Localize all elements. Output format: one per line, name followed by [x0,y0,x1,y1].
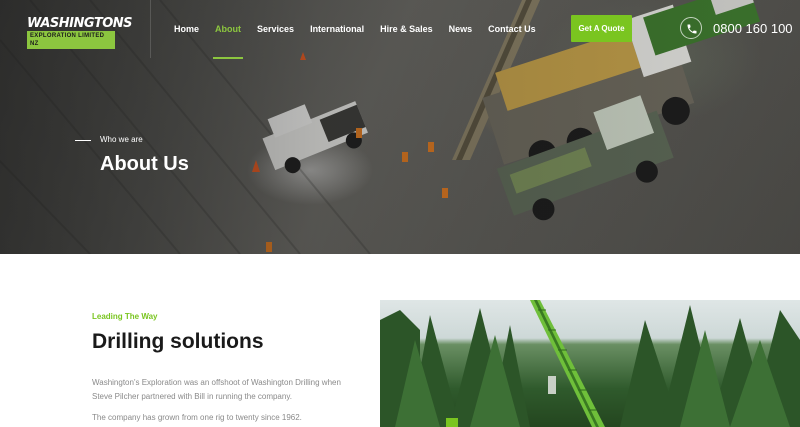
logo-tagline: EXPLORATION LIMITED NZ [27,31,115,49]
page-title: About Us [100,153,189,175]
hero-kicker-line [75,140,91,141]
nav-contact-us[interactable]: Contact Us [488,23,536,37]
drill-rig-forest-photo [380,300,800,427]
hero-overlay [0,0,800,254]
company-logo[interactable]: WASHINGTONS EXPLORATION LIMITED NZ [27,16,133,49]
intro-paragraph: Washington's Exploration was an offshoot… [92,378,341,401]
header-divider [150,0,151,58]
section-kicker: Leading The Way [92,312,158,321]
nav-services[interactable]: Services [257,23,294,37]
history-paragraph: The company has grown from one rig to tw… [92,413,302,422]
main-nav: Home About Services International Hire &… [174,23,552,59]
nav-home[interactable]: Home [174,23,199,37]
hero-kicker: Who we are [100,135,143,144]
phone-icon[interactable] [680,17,702,39]
nav-news[interactable]: News [449,23,473,37]
logo-wordmark: WASHINGTONS [27,16,133,31]
nav-international[interactable]: International [310,23,364,37]
get-a-quote-button[interactable]: Get A Quote [571,15,632,42]
nav-about[interactable]: About [213,23,244,59]
nav-hire-sales[interactable]: Hire & Sales [380,23,433,37]
section-heading: Drilling solutions [92,330,264,353]
phone-number[interactable]: 0800 160 100 [713,21,793,37]
hero-banner [0,0,800,254]
